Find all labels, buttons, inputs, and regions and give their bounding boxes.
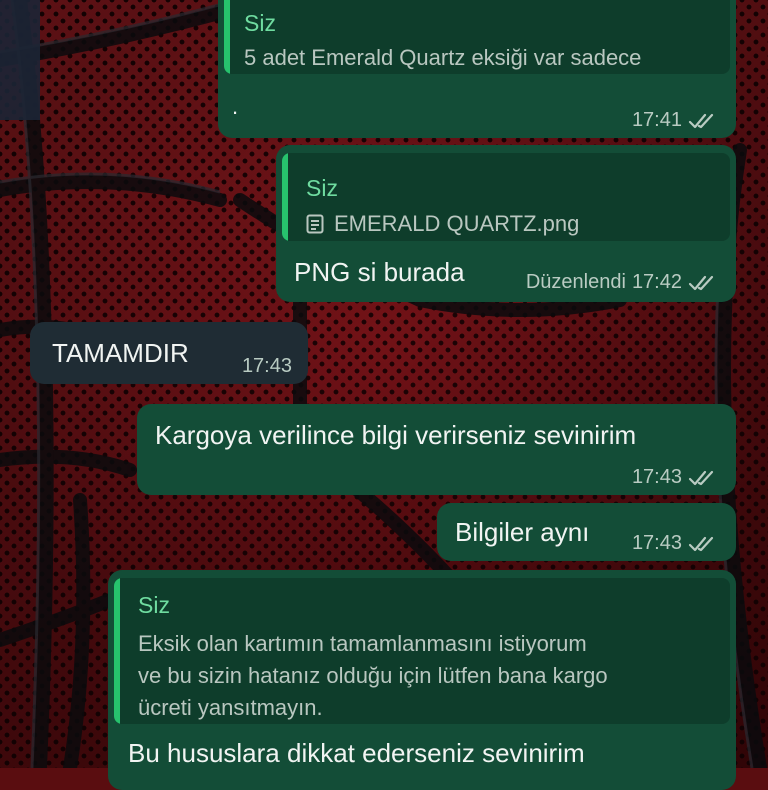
quote-sender: Siz <box>244 10 276 36</box>
message-meta: 17:41 <box>632 109 716 132</box>
message-meta: 17:43 <box>242 355 292 378</box>
message-meta: 17:43 <box>632 532 716 555</box>
message-bubble-incoming[interactable]: TAMAMDIR 17:43 <box>30 322 308 384</box>
quote-text: Eksik olan kartımın tamamlanmasını istiy… <box>138 628 608 724</box>
quote-sender: Siz <box>306 175 338 201</box>
message-time: 17:43 <box>631 466 682 488</box>
quote-sender: Siz <box>138 592 170 618</box>
message-meta: 17:43 <box>632 466 716 489</box>
message-time: 17:41 <box>631 109 682 131</box>
message-bubble-outgoing[interactable]: Kargoya verilince bilgi verirseniz sevin… <box>137 404 736 495</box>
message-meta: Düzenlendi 17:42 <box>526 271 716 294</box>
message-time: 17:43 <box>631 532 682 554</box>
message-text: Kargoya verilince bilgi verirseniz sevin… <box>155 420 637 450</box>
document-icon <box>306 214 324 234</box>
quote-bar <box>114 578 120 724</box>
double-check-icon <box>688 275 714 290</box>
quoted-message[interactable]: Siz Eksik olan kartımın tamamlanmasını i… <box>114 578 730 724</box>
message-text: Bilgiler aynı <box>455 517 590 547</box>
quote-line: Eksik olan kartımın tamamlanmasını istiy… <box>138 631 587 656</box>
message-time: 17:43 <box>241 355 292 377</box>
quoted-message[interactable]: Siz 5 adet Emerald Quartz eksiği var sad… <box>224 0 730 74</box>
message-text: Bu hususlara dikkat ederseniz sevinirim <box>128 738 585 768</box>
quote-bar <box>282 153 288 241</box>
double-check-icon <box>688 536 714 551</box>
quote-line: ücreti yansıtmayın. <box>138 695 323 720</box>
quote-line: ve bu sizin hatanız olduğu için lütfen b… <box>138 663 608 688</box>
edited-label: Düzenlendi <box>525 271 626 293</box>
quoted-message[interactable]: Siz EMERALD QUARTZ.png <box>282 153 730 241</box>
quote-file: EMERALD QUARTZ.png <box>306 208 579 240</box>
double-check-icon <box>688 113 714 128</box>
message-bubble-outgoing[interactable]: Siz 5 adet Emerald Quartz eksiği var sad… <box>218 0 736 138</box>
quote-file-name: EMERALD QUARTZ.png <box>334 211 580 236</box>
message-text: . <box>232 94 239 119</box>
message-bubble-outgoing[interactable]: Siz EMERALD QUARTZ.png PNG si burada Düz… <box>276 145 736 302</box>
message-bubble-outgoing[interactable]: Siz Eksik olan kartımın tamamlanmasını i… <box>108 570 736 790</box>
message-time: 17:42 <box>631 271 682 293</box>
message-bubble-outgoing[interactable]: Bilgiler aynı 17:43 <box>437 503 736 561</box>
message-text: PNG si burada <box>294 257 465 287</box>
message-text: TAMAMDIR <box>52 338 189 368</box>
double-check-icon <box>688 470 714 485</box>
quote-bar <box>224 0 230 74</box>
quote-text: 5 adet Emerald Quartz eksiği var sadece <box>244 45 642 70</box>
